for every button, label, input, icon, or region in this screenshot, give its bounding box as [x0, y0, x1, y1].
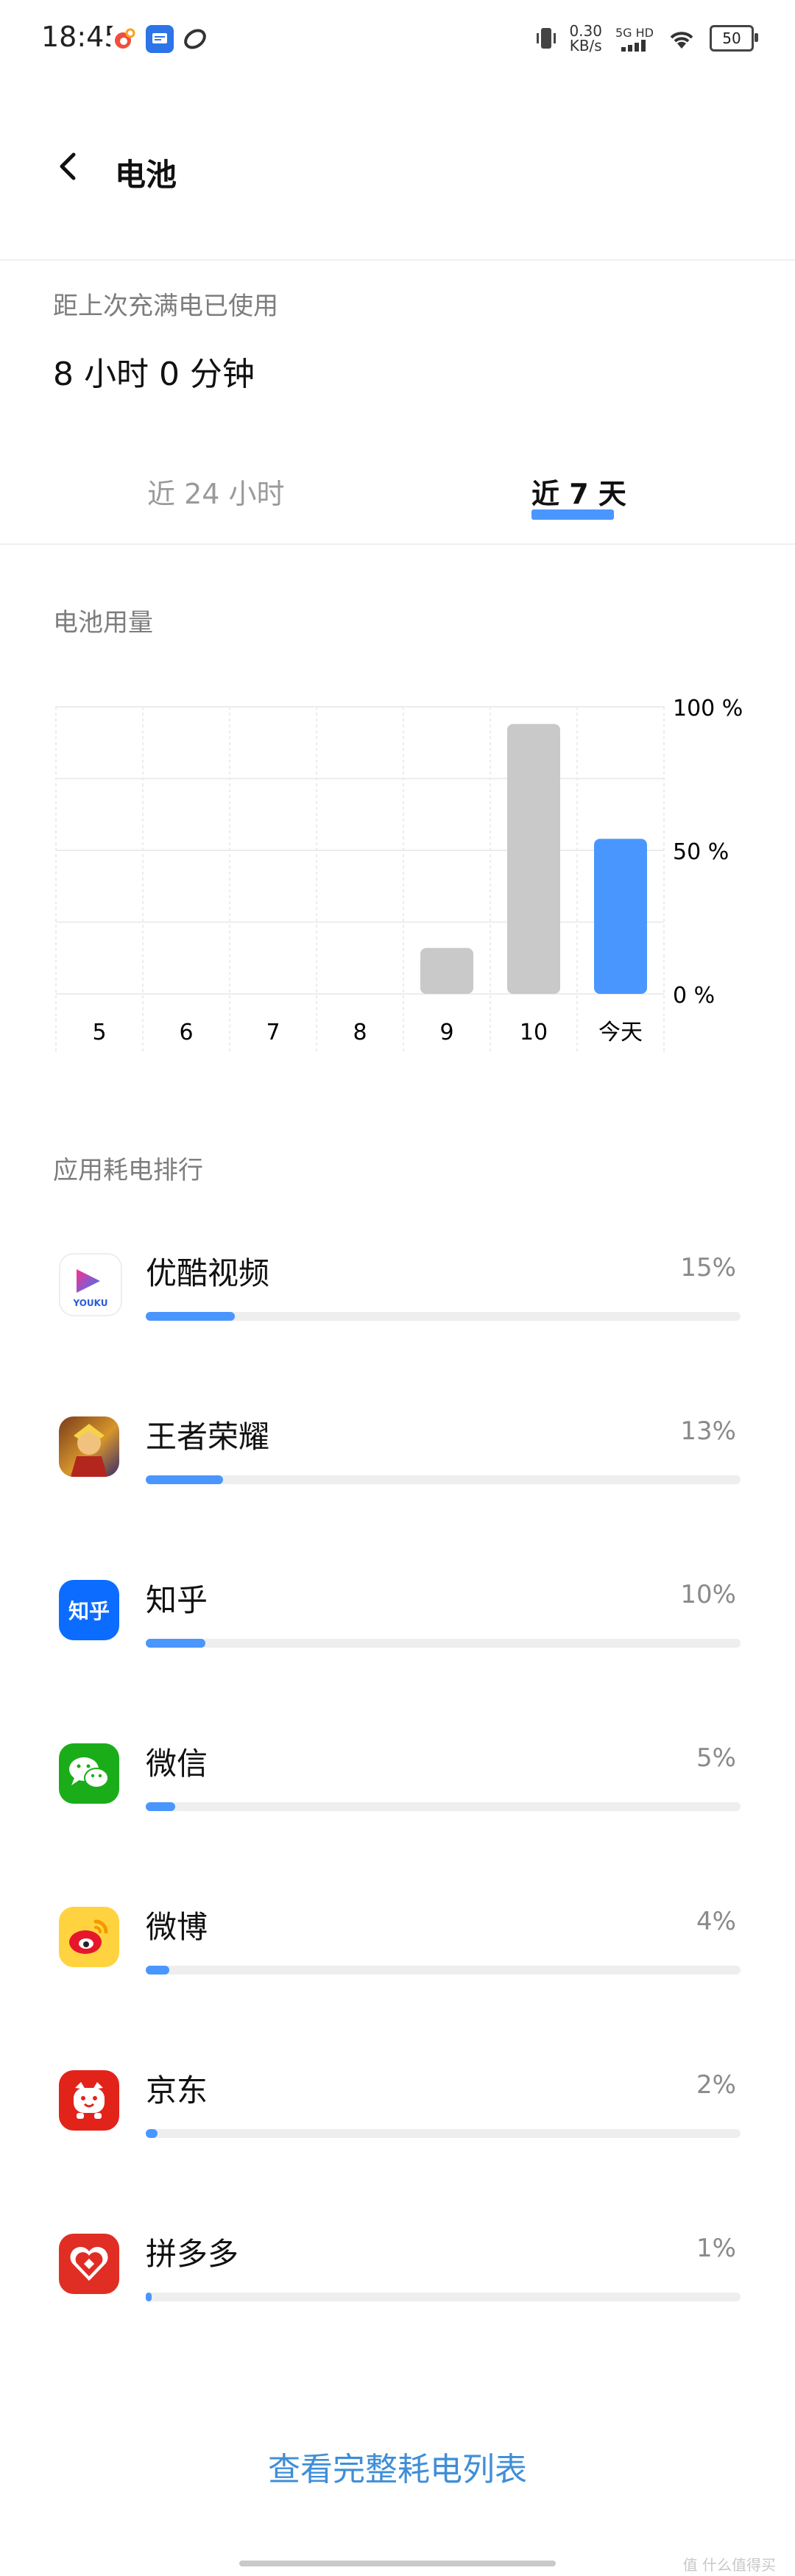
- chart-xtick-label: 9: [439, 1020, 453, 1045]
- chart-xtick-label: 5: [92, 1020, 106, 1045]
- home-indicator[interactable]: [239, 2561, 556, 2566]
- usage-bar-fill: [146, 1639, 205, 1648]
- app-percent: 13%: [680, 1416, 736, 1446]
- app-percent: 10%: [680, 1580, 736, 1609]
- usage-bar-fill: [146, 1312, 236, 1321]
- usage-bar-track: [146, 1966, 741, 1975]
- vibrate-icon: [537, 28, 556, 49]
- usage-bar-fill: [146, 1966, 170, 1975]
- chart-title: 电池用量: [53, 608, 153, 638]
- list-item-honor-of-kings[interactable]: 王者荣耀 13%: [0, 1400, 795, 1564]
- header-divider: [0, 259, 795, 261]
- list-item-jd[interactable]: 京东 2%: [0, 2054, 795, 2217]
- chart-bar-今天: [594, 839, 647, 994]
- notice-notification-icon: [146, 25, 174, 53]
- app-percent: 1%: [696, 2234, 736, 2263]
- chart-ytick-label: 100 %: [673, 696, 743, 721]
- chart-xtick-label: 6: [179, 1020, 193, 1045]
- cell-signal-icon: [621, 39, 646, 52]
- chart-xtick-label: 10: [520, 1020, 548, 1045]
- chart-xtick-label: 7: [266, 1020, 280, 1045]
- tab-7-days[interactable]: 近 7 天: [531, 471, 626, 512]
- chart-xtick-label: 8: [353, 1020, 367, 1045]
- usage-since-charge-value: 8 小时 0 分钟: [53, 356, 255, 393]
- app-name: 知乎: [146, 1582, 208, 1618]
- usage-bar-fill: [146, 1475, 224, 1484]
- app-name: 王者荣耀: [146, 1419, 270, 1455]
- app-percent: 4%: [696, 1907, 736, 1936]
- app-percent: 2%: [696, 2070, 736, 2100]
- usage-bar-track: [146, 1802, 741, 1811]
- tab-24-hours[interactable]: 近 24 小时: [147, 471, 285, 512]
- usage-bar-fill: [146, 1802, 176, 1811]
- usage-bar-track: [146, 2129, 741, 2138]
- battery-icon: 50: [710, 25, 758, 52]
- list-item-wechat[interactable]: 微信 5%: [0, 1727, 795, 1891]
- watermark: 值 什么值得买: [682, 2556, 776, 2574]
- app-notification-icon: [181, 25, 209, 53]
- zhihu-icon: 知乎: [59, 1580, 119, 1640]
- app-name: 拼多多: [146, 2236, 239, 2272]
- view-full-usage-link[interactable]: 查看完整耗电列表: [0, 2443, 795, 2490]
- signal-label: 5G HD: [615, 26, 654, 52]
- net-speed: 0.30 KB/s: [569, 22, 602, 54]
- page-title: 电池: [115, 157, 177, 193]
- usage-bar-fill: [146, 2129, 158, 2138]
- wifi-icon: [670, 32, 693, 49]
- status-notification-icons: [110, 25, 216, 53]
- usage-bar-track: [146, 1639, 741, 1648]
- usage-bar-track: [146, 2293, 741, 2301]
- list-item-weibo[interactable]: 微博 4%: [0, 1891, 795, 2054]
- chart-ytick-label: 50 %: [673, 839, 729, 865]
- pinduoduo-icon: [59, 2234, 119, 2294]
- chart-bar-9: [420, 948, 473, 994]
- jd-icon: [59, 2070, 119, 2131]
- honor-of-kings-icon: [59, 1416, 119, 1477]
- usage-bar-track: [146, 1312, 741, 1321]
- usage-since-charge-label: 距上次充满电已使用: [53, 292, 278, 321]
- app-name: 优酷视频: [146, 1255, 270, 1291]
- app-name: 京东: [146, 2072, 208, 2109]
- tabs-divider: [0, 543, 795, 545]
- weibo-icon: [59, 1907, 119, 1967]
- list-item-pinduoduo[interactable]: 拼多多 1%: [0, 2217, 795, 2381]
- list-item-youku[interactable]: YOUKU 优酷视频 15%: [0, 1237, 795, 1400]
- status-right-icons: 0.30 KB/s 5G HD 50: [537, 22, 758, 54]
- svg-text:YOUKU: YOUKU: [72, 1298, 107, 1308]
- list-item-zhihu[interactable]: 知乎 知乎 10%: [0, 1564, 795, 1727]
- chart-xtick-label: 今天: [598, 1020, 643, 1045]
- youku-icon: YOUKU: [59, 1253, 122, 1316]
- chart-bar-10: [507, 724, 560, 994]
- app-name: 微信: [146, 1746, 208, 1782]
- weibo-notification-icon: [110, 25, 138, 53]
- app-percent: 5%: [696, 1743, 736, 1773]
- battery-usage-chart: 5 6 7 8 9 10 今天 0 % 50 % 100 %: [55, 696, 743, 1053]
- usage-bar-fill: [146, 2293, 152, 2301]
- app-percent: 15%: [680, 1253, 736, 1282]
- back-arrow-icon[interactable]: [53, 152, 82, 181]
- tab-active-indicator: [531, 509, 614, 520]
- wechat-icon: [59, 1743, 119, 1804]
- usage-bar-track: [146, 1475, 741, 1484]
- app-name: 微博: [146, 1909, 208, 1945]
- ranking-title: 应用耗电排行: [53, 1156, 203, 1185]
- chart-ytick-label: 0 %: [673, 983, 715, 1009]
